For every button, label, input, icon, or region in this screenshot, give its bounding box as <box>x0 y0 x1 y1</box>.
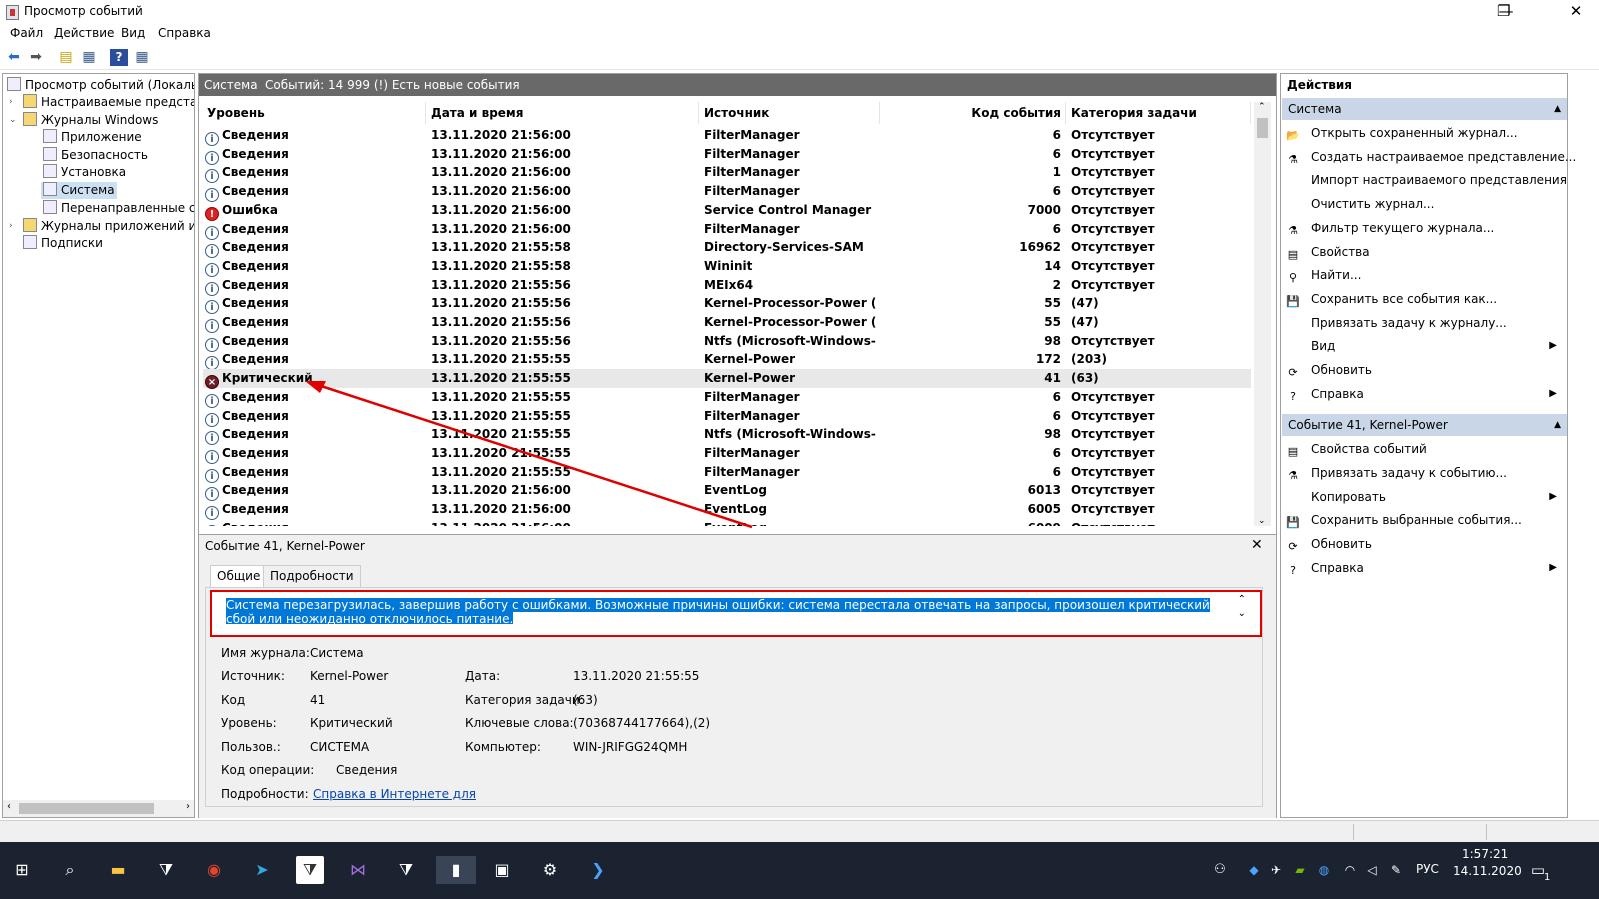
section-event-label: Событие 41, Kernel-Power <box>1288 418 1448 432</box>
action-label: Свойства событий <box>1311 442 1427 456</box>
action-label: Справка <box>1311 386 1364 401</box>
action-item[interactable]: ⟳ Обновить <box>1285 359 1565 381</box>
file-explorer-icon[interactable]: ▬ <box>104 856 132 884</box>
action-label: Очистить журнал... <box>1311 197 1435 212</box>
clock-time[interactable]: 1:57:21 <box>1462 847 1508 861</box>
vs-code-icon[interactable]: ⧩ <box>152 856 180 884</box>
event-properties-icon: ▤ <box>1287 445 1299 458</box>
settings-icon[interactable]: ⚙ <box>536 856 564 884</box>
action-label: Справка <box>1311 561 1364 575</box>
refresh-icon: ⟳ <box>1288 540 1298 554</box>
refresh-icon: ⟳ <box>1288 366 1298 379</box>
action-label: Открыть сохраненный журнал... <box>1311 126 1518 140</box>
save-icon: 💾 <box>1286 516 1300 530</box>
action-item[interactable]: Импорт настраиваемого представления <box>1285 169 1567 191</box>
pen-icon[interactable]: ✎ <box>1382 856 1410 884</box>
action-label: Обновить <box>1311 537 1372 552</box>
unity-hub-icon[interactable]: ⧩ <box>392 856 420 884</box>
action-item[interactable]: 📂 Открыть сохраненный журнал... <box>1285 122 1565 144</box>
actions-pane: Действия Система ▲ 📂 Открыть сохраненный ж… <box>1280 73 1576 818</box>
open-log-icon: 📂 <box>1286 129 1300 142</box>
clock-date[interactable]: 14.11.2020 <box>1453 864 1522 878</box>
create-view-icon: ⚗ <box>1288 152 1298 166</box>
start-icon[interactable]: ⊞ <box>8 856 36 884</box>
actions-title: Действия <box>1287 78 1353 92</box>
action-item[interactable]: ⚗ Фильтр текущего журнала... <box>1285 217 1565 239</box>
help-icon: ? <box>1290 564 1296 577</box>
action-label: Привязать задачу к журналу... <box>1311 315 1507 330</box>
action-item[interactable]: Копировать ▶ <box>1285 486 1565 508</box>
save-icon: 💾 <box>1286 294 1300 308</box>
submenu-arrow-icon: ▶ <box>1549 490 1557 502</box>
actions-section-system[interactable]: Система ▲ <box>1282 98 1567 120</box>
action-item[interactable]: ⚗ Создать настраиваемое представление... <box>1285 146 1576 168</box>
action-item[interactable]: ? Справка ▶ <box>1285 383 1565 405</box>
action-label: Обновить <box>1311 363 1372 377</box>
submenu-arrow-icon: ▶ <box>1549 387 1557 399</box>
taskbar: ⊞ ⌕ ▬ ⧩ ◉ ➤ ⧩ ⋈ ⧩ ▮ ▣ ⚙ ❯ ⚇ ◆ ✈ ▰ ◍ ◠ ◁ … <box>0 842 1599 899</box>
action-label: Фильтр текущего журнала... <box>1311 220 1495 235</box>
view-icon <box>1285 338 1301 352</box>
action-item[interactable]: ⟳ Обновить <box>1285 533 1565 555</box>
event-viewer-task-icon[interactable]: ▮ <box>436 856 476 884</box>
action-label: Привязать задачу к событию... <box>1311 465 1507 480</box>
attach-task-icon: ⚗ <box>1288 468 1298 482</box>
collapse-icon[interactable]: ▲ <box>1554 414 1561 436</box>
attach-task-icon <box>1285 315 1301 329</box>
action-label: Найти... <box>1311 268 1362 283</box>
filter-icon: ⚗ <box>1288 223 1298 237</box>
action-item[interactable]: Привязать задачу к журналу... <box>1285 312 1565 334</box>
collapse-icon[interactable]: ▲ <box>1554 98 1561 120</box>
copy-icon <box>1285 489 1301 503</box>
import-icon <box>1285 172 1301 186</box>
language-indicator[interactable]: РУС <box>1416 862 1439 876</box>
action-label: Копировать <box>1311 489 1386 504</box>
action-item[interactable]: 💾 Сохранить выбранные события... <box>1285 509 1565 531</box>
submenu-arrow-icon: ▶ <box>1549 340 1557 352</box>
submenu-arrow-icon: ▶ <box>1549 562 1557 573</box>
unity-icon[interactable]: ⧩ <box>296 856 324 884</box>
action-label: Сохранить все события как... <box>1311 291 1498 306</box>
notification-count-badge: 1 <box>1544 872 1551 883</box>
action-item[interactable]: Вид ▶ <box>1285 335 1565 357</box>
action-item[interactable]: ▤ Свойства <box>1285 241 1565 263</box>
visual-studio-icon[interactable]: ⋈ <box>344 856 372 884</box>
clear-log-icon <box>1285 196 1301 210</box>
section-system-label: Система <box>1288 102 1342 116</box>
action-label: Импорт настраиваемого представления <box>1311 173 1567 188</box>
properties-icon: ▤ <box>1287 247 1299 261</box>
action-item[interactable]: ? Справка ▶ <box>1285 557 1565 579</box>
tray-globe-icon[interactable]: ◍ <box>1310 856 1338 884</box>
action-label: Создать настраиваемое представление... <box>1311 149 1577 164</box>
action-item[interactable]: 💾 Сохранить все события как... <box>1285 288 1565 310</box>
action-item[interactable]: Очистить журнал... <box>1285 193 1565 215</box>
action-label: Вид <box>1311 339 1336 354</box>
telegram-icon[interactable]: ➤ <box>248 856 276 884</box>
help-icon: ? <box>1290 389 1296 403</box>
action-item[interactable]: ⚗ Привязать задачу к событию... <box>1285 462 1565 484</box>
chrome-icon[interactable]: ◉ <box>200 856 228 884</box>
powershell-icon[interactable]: ❯ <box>584 856 612 884</box>
server-manager-icon[interactable]: ▣ <box>488 856 516 884</box>
status-bar <box>0 820 1599 842</box>
actions-section-event[interactable]: Событие 41, Kernel-Power ▲ <box>1282 414 1567 436</box>
find-icon: ⚲ <box>1288 271 1298 285</box>
action-label: Свойства <box>1311 244 1370 259</box>
search-icon[interactable]: ⌕ <box>56 856 84 884</box>
action-label: Сохранить выбранные события... <box>1311 513 1522 528</box>
people-icon[interactable]: ⚇ <box>1206 856 1234 884</box>
action-item[interactable]: ▤ Свойства событий <box>1285 438 1565 460</box>
action-item[interactable]: ⚲ Найти... <box>1285 264 1565 286</box>
